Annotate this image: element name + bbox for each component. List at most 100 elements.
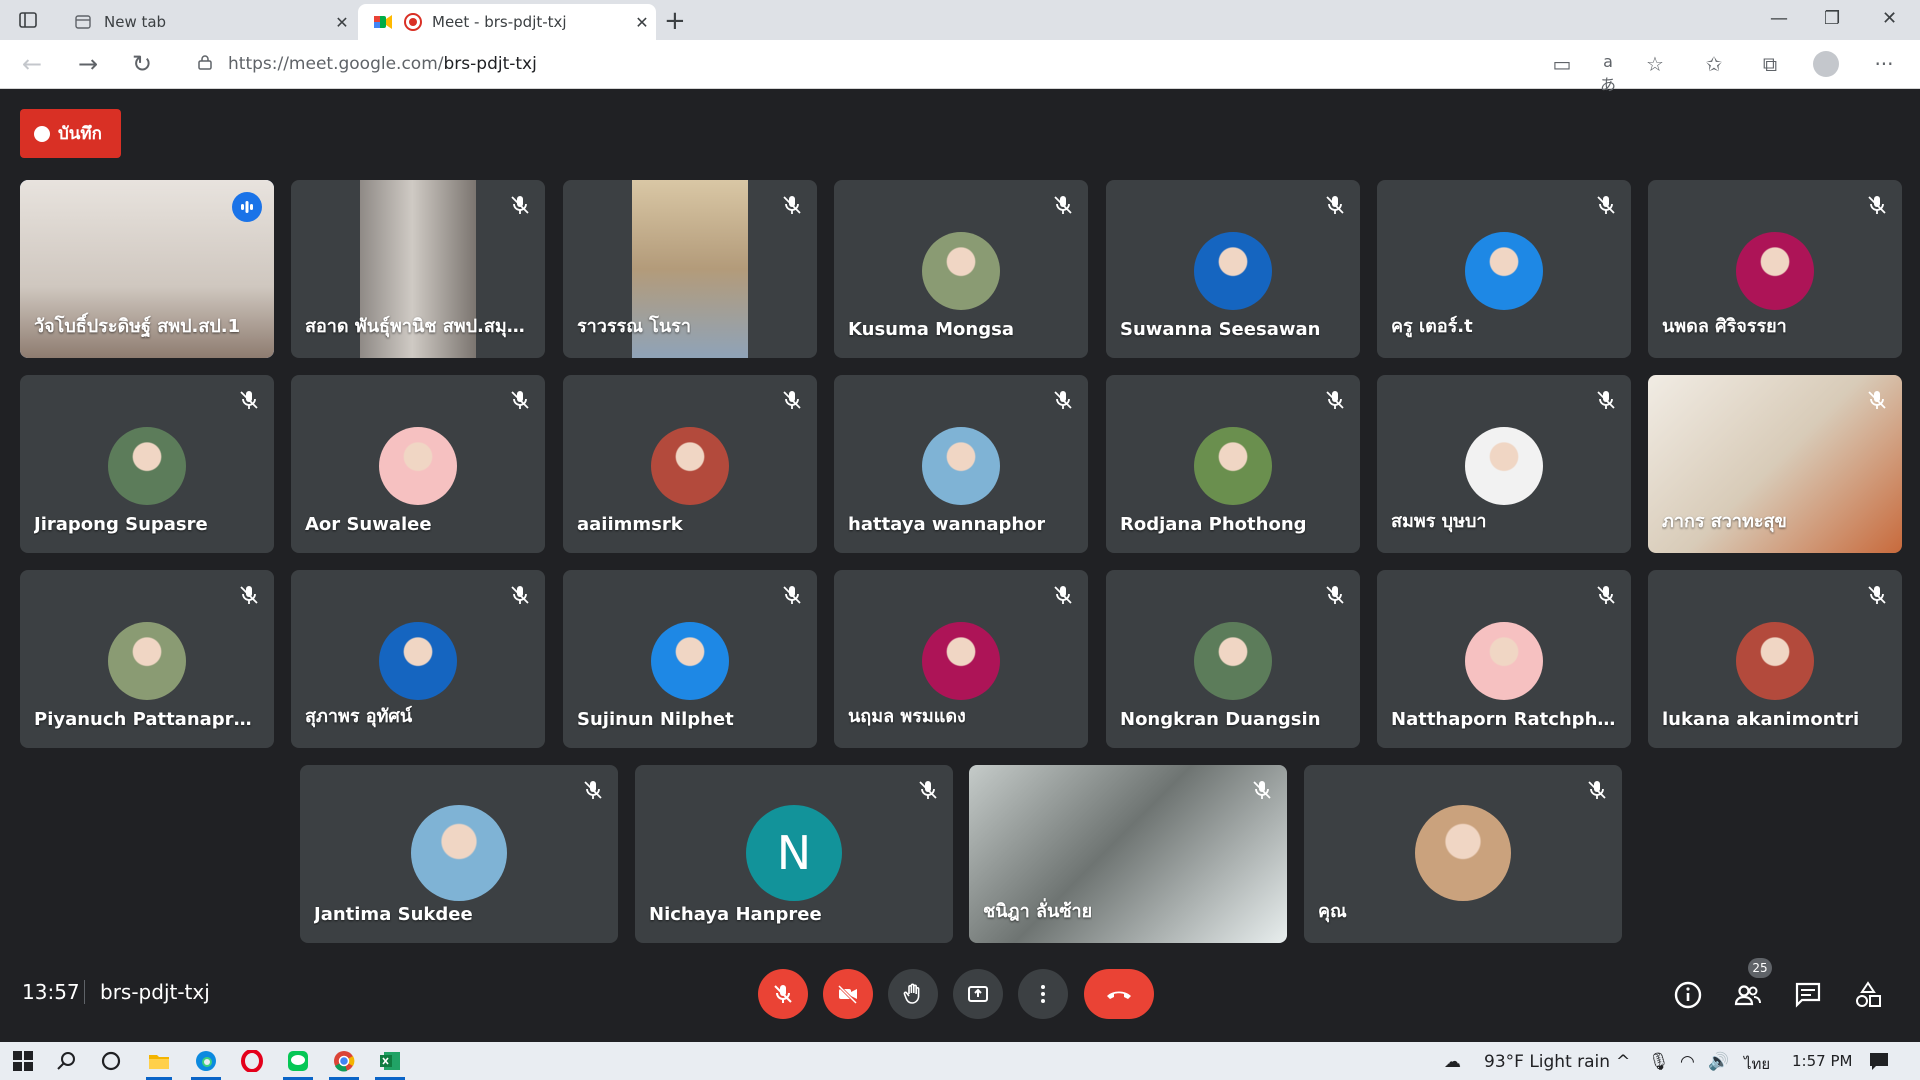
task-view-icon[interactable] [100,1050,122,1072]
mic-toggle-button[interactable] [758,969,808,1019]
present-icon [968,986,988,1002]
camera-toggle-button[interactable] [823,969,873,1019]
wifi-icon[interactable]: ◠ [1680,1052,1695,1072]
tab-actions-icon[interactable] [18,10,38,30]
participant-tile[interactable]: สมพร บุษบา [1377,375,1631,553]
participant-tile[interactable]: นพดล ศิริจรรยา [1648,180,1902,358]
add-favorite-icon[interactable]: ☆ [1643,52,1667,76]
participant-tile[interactable]: Aor Suwalee [291,375,545,553]
tab-title: Meet - brs-pdjt-txj [432,13,567,31]
participant-name: นฤมล พรมแดง [848,706,966,727]
participant-name: Suwanna Seesawan [1120,319,1321,340]
forward-icon[interactable]: → [78,50,98,78]
camera-off-icon [837,984,858,1005]
participant-tile[interactable]: ครู เตอร์.t [1377,180,1631,358]
search-icon[interactable] [56,1050,78,1072]
muted-mic-icon [1864,387,1890,413]
participant-tile[interactable]: คุณ [1304,765,1622,943]
windows-start-icon[interactable] [12,1050,34,1072]
chevron-up-icon[interactable]: ^ [1616,1052,1630,1072]
notifications-icon[interactable] [1868,1050,1890,1072]
weather-text[interactable]: 93°F Light rain [1484,1052,1610,1072]
close-window-icon[interactable]: ✕ [1882,8,1897,29]
more-menu-icon[interactable]: ··· [1872,52,1896,76]
muted-mic-icon [1249,777,1275,803]
close-tab-icon[interactable]: ✕ [328,13,356,32]
participant-tile[interactable]: นฤมล พรมแดง [834,570,1088,748]
profile-avatar-icon[interactable] [1813,51,1839,77]
camera-in-use-icon[interactable]: ▭ [1550,52,1574,76]
participant-avatar [651,622,729,700]
opera-icon[interactable] [241,1050,263,1072]
participant-avatar [379,622,457,700]
participant-tile[interactable]: Nongkran Duangsin [1106,570,1360,748]
participant-name: Jantima Sukdee [314,904,473,925]
microphone-icon[interactable]: 🎙 [1648,1052,1670,1072]
participant-tile[interactable]: Rodjana Phothong [1106,375,1360,553]
recording-indicator[interactable]: บันทึก [20,109,121,158]
participant-name: ภากร สวาทะสุข [1662,511,1787,532]
people-icon[interactable] [1733,980,1763,1010]
participant-tile[interactable]: Natthaporn Ratchphumi [1377,570,1631,748]
tab-meet[interactable]: Meet - brs-pdjt-txj ✕ [358,4,656,40]
url-field[interactable]: https://meet.google.com/brs-pdjt-txj [180,47,1600,81]
participant-tile[interactable]: N Nichaya Hanpree [635,765,953,943]
volume-icon[interactable]: 🔊 [1708,1052,1729,1072]
participant-tile[interactable]: lukana akanimontri [1648,570,1902,748]
chrome-icon[interactable] [333,1050,355,1072]
meeting-details-icon[interactable] [1673,980,1703,1010]
participant-tile[interactable]: Kusuma Mongsa [834,180,1088,358]
participant-tile[interactable]: Piyanuch Pattanaprasert [20,570,274,748]
tab-new-tab[interactable]: New tab ✕ [58,4,356,40]
file-explorer-icon[interactable] [148,1050,170,1072]
participant-tile[interactable]: aaiimmsrk [563,375,817,553]
input-language[interactable]: ไทย [1744,1052,1770,1076]
excel-icon[interactable] [379,1050,401,1072]
participant-name: Natthaporn Ratchphumi [1391,709,1620,730]
participant-tile[interactable]: ราวรรณ โนรา [563,180,817,358]
participant-name: สุภาพร อุทัศน์ [305,706,413,727]
muted-mic-icon [507,387,533,413]
muted-mic-icon [507,582,533,608]
muted-mic-icon [507,192,533,218]
participant-tile[interactable]: Jirapong Supasre [20,375,274,553]
new-tab-plus-icon[interactable]: + [664,6,686,36]
meet-logo-icon [374,13,392,31]
participant-avatar [1736,232,1814,310]
meeting-controls-bar: 13:57 brs-pdjt-txj [0,952,1920,1032]
edge-browser-icon[interactable] [195,1050,217,1072]
more-options-button[interactable] [1018,969,1068,1019]
reload-icon[interactable]: ↻ [132,50,152,78]
translate-icon[interactable]: aあ [1596,52,1620,94]
back-icon[interactable]: ← [22,50,42,78]
participant-avatar [1465,622,1543,700]
activities-icon[interactable] [1853,980,1883,1010]
restore-icon[interactable]: ❐ [1824,8,1840,29]
muted-mic-icon [779,387,805,413]
leave-call-button[interactable] [1084,969,1154,1019]
participant-avatar [1415,805,1511,901]
participant-tile[interactable]: สุภาพร อุทัศน์ [291,570,545,748]
line-app-icon[interactable] [287,1050,309,1072]
speaking-indicator-icon [232,192,262,222]
mic-off-icon [774,985,792,1003]
minimize-icon[interactable]: — [1770,8,1788,29]
chat-icon[interactable] [1793,980,1823,1010]
close-tab-icon[interactable]: ✕ [628,13,656,32]
collections-icon[interactable]: ⧉ [1758,52,1782,76]
participant-tile[interactable]: hattaya wannaphor [834,375,1088,553]
participant-tile[interactable]: วัจโบธิ์ประดิษฐ์ สพป.สป.1 [20,180,274,358]
participant-tile[interactable]: Jantima Sukdee [300,765,618,943]
present-screen-button[interactable] [953,969,1003,1019]
raise-hand-button[interactable] [888,969,938,1019]
record-label: บันทึก [58,124,102,144]
participant-tile[interactable]: Suwanna Seesawan [1106,180,1360,358]
participant-tile[interactable]: ชนิฎา ลั่นซ้าย [969,765,1287,943]
participant-tile[interactable]: Sujinun Nilphet [563,570,817,748]
divider [84,980,85,1004]
participant-name: นพดล ศิริจรรยา [1662,316,1787,337]
favorites-icon[interactable]: ✩ [1702,52,1726,76]
participant-tile[interactable]: สอาด พันธุ์พานิช สพป.สมุท... [291,180,545,358]
participant-tile[interactable]: ภากร สวาทะสุข [1648,375,1902,553]
system-clock[interactable]: 1:57 PM [1792,1052,1852,1070]
